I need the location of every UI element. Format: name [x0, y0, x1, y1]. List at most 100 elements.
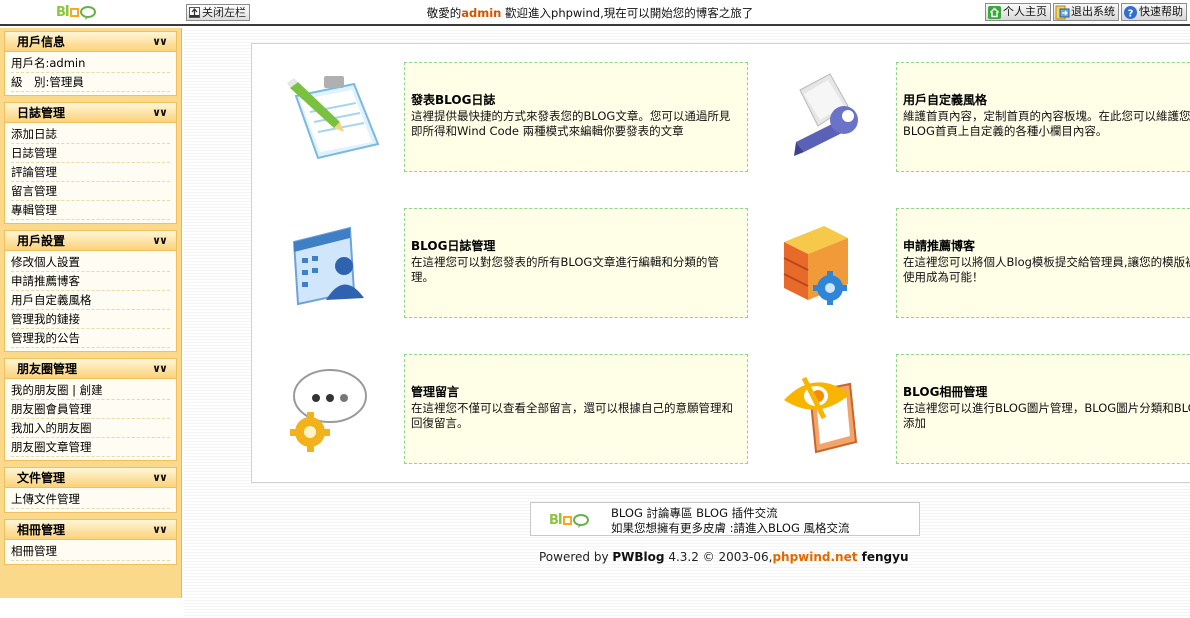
blog-logo[interactable]: B [549, 511, 595, 529]
sidebar-item-my-circle[interactable]: 我的朋友圈 | 創建 [11, 381, 170, 400]
panel-user-settings-body: 修改個人設置 申請推薦博客 用戶自定義風格 管理我的鏈接 管理我的公告 [4, 251, 177, 352]
double-chevron-down-icon[interactable]: ∨∨ [152, 234, 168, 247]
panel-photo-album-body: 相冊管理 [4, 540, 177, 565]
feature-description: 在這裡您可以對您發表的所有BLOG文章進行編輯和分類的管理。 [411, 255, 719, 284]
top-bar: B 关闭左栏 敬愛的admin 歡迎進入phpwind,現在可以開始您的博客之旅… [0, 0, 1190, 26]
help-button[interactable]: ? 快速帮助 [1121, 3, 1187, 21]
welcome-prefix: 敬愛的 [426, 6, 462, 20]
user-level-value: 級 別:管理員 [11, 73, 170, 92]
sidebar-item-diary-management[interactable]: 日誌管理 [11, 144, 170, 163]
logout-button[interactable]: 退出系统 [1053, 3, 1119, 21]
panel-diary-management-header[interactable]: 日誌管理 ∨∨ [4, 102, 177, 123]
panel-title: 用戶信息 [17, 35, 66, 49]
footer-links-box: B BLOG 討論專區 BLOG 插件交流 如果您想擁有更多皮膚 :請進入BLO… [530, 502, 920, 536]
panel-title: 日誌管理 [17, 106, 66, 120]
double-chevron-down-icon[interactable]: ∨∨ [152, 362, 168, 375]
help-icon: ? [1124, 5, 1137, 19]
double-chevron-down-icon[interactable]: ∨∨ [152, 35, 168, 48]
feature-card-manage-messages[interactable]: 管理留言 在這裡您不僅可以查看全部留言，還可以根據自己的意願管理和回復留言。 [404, 354, 748, 464]
sidebar-item-add-diary[interactable]: 添加日誌 [11, 125, 170, 144]
panel-user-info-body: 用戶名:admin 級 別:管理員 [4, 52, 177, 96]
panel-friends-circle-body: 我的朋友圈 | 創建 朋友圈會員管理 我加入的朋友圈 朋友圈文章管理 [4, 379, 177, 461]
panel-user-settings-header[interactable]: 用戶設置 ∨∨ [4, 230, 177, 251]
svg-text:?: ? [1128, 8, 1134, 19]
wrench-document-icon[interactable] [774, 66, 884, 170]
feature-card-apply-recommend[interactable]: 申請推薦博客 在這裡您可以將個人Blog模板提交給管理員,讓您的模版被數萬人使用… [896, 208, 1190, 318]
blog-logo[interactable]: B [56, 3, 102, 21]
sidebar-item-manage-links[interactable]: 管理我的鏈接 [11, 310, 170, 329]
double-chevron-down-icon[interactable]: ∨∨ [152, 523, 168, 536]
sidebar-item-album-management[interactable]: 專輯管理 [11, 201, 170, 220]
feature-apply-recommend: 申請推薦博客 在這裡您可以將個人Blog模板提交給管理員,讓您的模版被數萬人使用… [774, 208, 1190, 320]
feature-card-custom-style[interactable]: 用戶自定義風格 維護首頁內容，定制首頁的內容板塊。在此您可以維護您在個人BLOG… [896, 62, 1190, 172]
notepad-pencil-icon[interactable] [282, 66, 392, 170]
welcome-suffix: 歡迎進入phpwind,現在可以開始您的博客之旅了 [501, 6, 754, 20]
author-name: fengyu [857, 550, 909, 564]
footer-forum-links[interactable]: BLOG 討論專區 BLOG 插件交流 [611, 505, 778, 521]
panel-friends-circle-header[interactable]: 朋友圈管理 ∨∨ [4, 358, 177, 379]
user-name-value: 用戶名:admin [11, 54, 170, 73]
powered-by: Powered by PWBlog 4.3.2 © 2003-06,phpwin… [539, 550, 909, 564]
home-icon [988, 5, 1001, 19]
panel-title: 朋友圈管理 [17, 362, 78, 376]
svg-text:B: B [549, 513, 559, 528]
panel-friends-circle: 朋友圈管理 ∨∨ 我的朋友圈 | 創建 朋友圈會員管理 我加入的朋友圈 朋友圈文… [4, 358, 177, 461]
version-text: 4.3.2 © 2003-06, [664, 550, 773, 564]
panel-title: 用戶設置 [17, 234, 66, 248]
feature-title: 發表BLOG日誌 [411, 93, 496, 107]
sidebar-item-photo-album-management[interactable]: 相冊管理 [11, 542, 170, 561]
footer-skin-link[interactable]: 如果您想擁有更多皮膚 :請進入BLOG 風格交流 [611, 520, 850, 536]
homepage-button[interactable]: 个人主页 [985, 3, 1051, 21]
feature-title: BLOG日誌管理 [411, 239, 496, 253]
sidebar-item-joined-circles[interactable]: 我加入的朋友圈 [11, 419, 170, 438]
panel-file-management-body: 上傳文件管理 [4, 488, 177, 513]
feature-card-post-diary[interactable]: 發表BLOG日誌 這裡提供最快捷的方式來發表您的BLOG文章。您可以通過所見即所… [404, 62, 748, 172]
powered-prefix: Powered by [539, 550, 613, 564]
close-left-panel-label: 关闭左栏 [202, 6, 246, 19]
panel-user-settings: 用戶設置 ∨∨ 修改個人設置 申請推薦博客 用戶自定義風格 管理我的鏈接 管理我… [4, 230, 177, 352]
sidebar-item-custom-style[interactable]: 用戶自定義風格 [11, 291, 170, 310]
sidebar-item-edit-profile[interactable]: 修改個人設置 [11, 253, 170, 272]
logout-icon [1055, 5, 1070, 19]
feature-grid: 發表BLOG日誌 這裡提供最快捷的方式來發表您的BLOG文章。您可以通過所見即所… [251, 43, 1190, 483]
feature-manage-messages: 管理留言 在這裡您不僅可以查看全部留言，還可以根據自己的意願管理和回復留言。 [282, 354, 752, 466]
panel-title: 文件管理 [17, 471, 66, 485]
panel-photo-album-header[interactable]: 相冊管理 ∨∨ [4, 519, 177, 540]
sidebar-item-upload-files[interactable]: 上傳文件管理 [11, 490, 170, 509]
help-label: 快速帮助 [1139, 5, 1183, 18]
sidebar-item-circle-articles[interactable]: 朋友圈文章管理 [11, 438, 170, 457]
eye-picture-frame-icon[interactable] [774, 358, 884, 462]
feature-card-photo-album[interactable]: BLOG相冊管理 在這裡您可以進行BLOG圖片管理，BLOG圖片分類和BLOG圖… [896, 354, 1190, 464]
sidebar-item-comment-management[interactable]: 評論管理 [11, 163, 170, 182]
sidebar-item-message-management[interactable]: 留言管理 [11, 182, 170, 201]
welcome-username[interactable]: admin [461, 6, 501, 20]
feature-post-diary: 發表BLOG日誌 這裡提供最快捷的方式來發表您的BLOG文章。您可以通過所見即所… [282, 62, 752, 174]
speech-bubble-gear-icon[interactable] [282, 358, 392, 462]
feature-photo-album: BLOG相冊管理 在這裡您可以進行BLOG圖片管理，BLOG圖片分類和BLOG圖… [774, 354, 1190, 466]
sidebar-item-manage-notices[interactable]: 管理我的公告 [11, 329, 170, 348]
main-area: 發表BLOG日誌 這裡提供最快捷的方式來發表您的BLOG文章。您可以通過所見即所… [184, 28, 1190, 618]
panel-diary-management-body: 添加日誌 日誌管理 評論管理 留言管理 專輯管理 [4, 123, 177, 224]
welcome-message: 敬愛的admin 歡迎進入phpwind,現在可以開始您的博客之旅了 [330, 5, 850, 21]
panel-user-info-header[interactable]: 用戶信息 ∨∨ [4, 31, 177, 52]
top-actions: 个人主页 退出系统 ? 快速帮助 [985, 3, 1187, 21]
homepage-label: 个人主页 [1003, 5, 1047, 18]
site-link[interactable]: phpwind.net [772, 550, 857, 564]
panel-diary-management: 日誌管理 ∨∨ 添加日誌 日誌管理 評論管理 留言管理 專輯管理 [4, 102, 177, 224]
feature-card-diary-management[interactable]: BLOG日誌管理 在這裡您可以對您發表的所有BLOG文章進行編輯和分類的管理。 [404, 208, 748, 318]
sidebar-item-apply-recommend[interactable]: 申請推薦博客 [11, 272, 170, 291]
feature-description: 在這裡您可以進行BLOG圖片管理，BLOG圖片分類和BLOG圖片添加 [903, 401, 1190, 430]
user-list-window-icon[interactable] [282, 212, 392, 316]
svg-text:B: B [56, 5, 66, 20]
close-left-panel-button[interactable]: 关闭左栏 [186, 4, 250, 21]
double-chevron-down-icon[interactable]: ∨∨ [152, 106, 168, 119]
feature-description: 在這裡您不僅可以查看全部留言，還可以根據自己的意願管理和回復留言。 [411, 401, 733, 430]
product-name: PWBlog [612, 550, 665, 564]
panel-file-management-header[interactable]: 文件管理 ∨∨ [4, 467, 177, 488]
panel-user-info: 用戶信息 ∨∨ 用戶名:admin 級 別:管理員 [4, 31, 177, 96]
feature-description: 維護首頁內容，定制首頁的內容板塊。在此您可以維護您在個人BLOG首頁上自定義的各… [903, 109, 1190, 138]
sidebar-item-circle-members[interactable]: 朋友圈會員管理 [11, 400, 170, 419]
logout-label: 退出系统 [1071, 5, 1115, 18]
server-gear-icon[interactable] [774, 212, 884, 316]
double-chevron-down-icon[interactable]: ∨∨ [152, 471, 168, 484]
